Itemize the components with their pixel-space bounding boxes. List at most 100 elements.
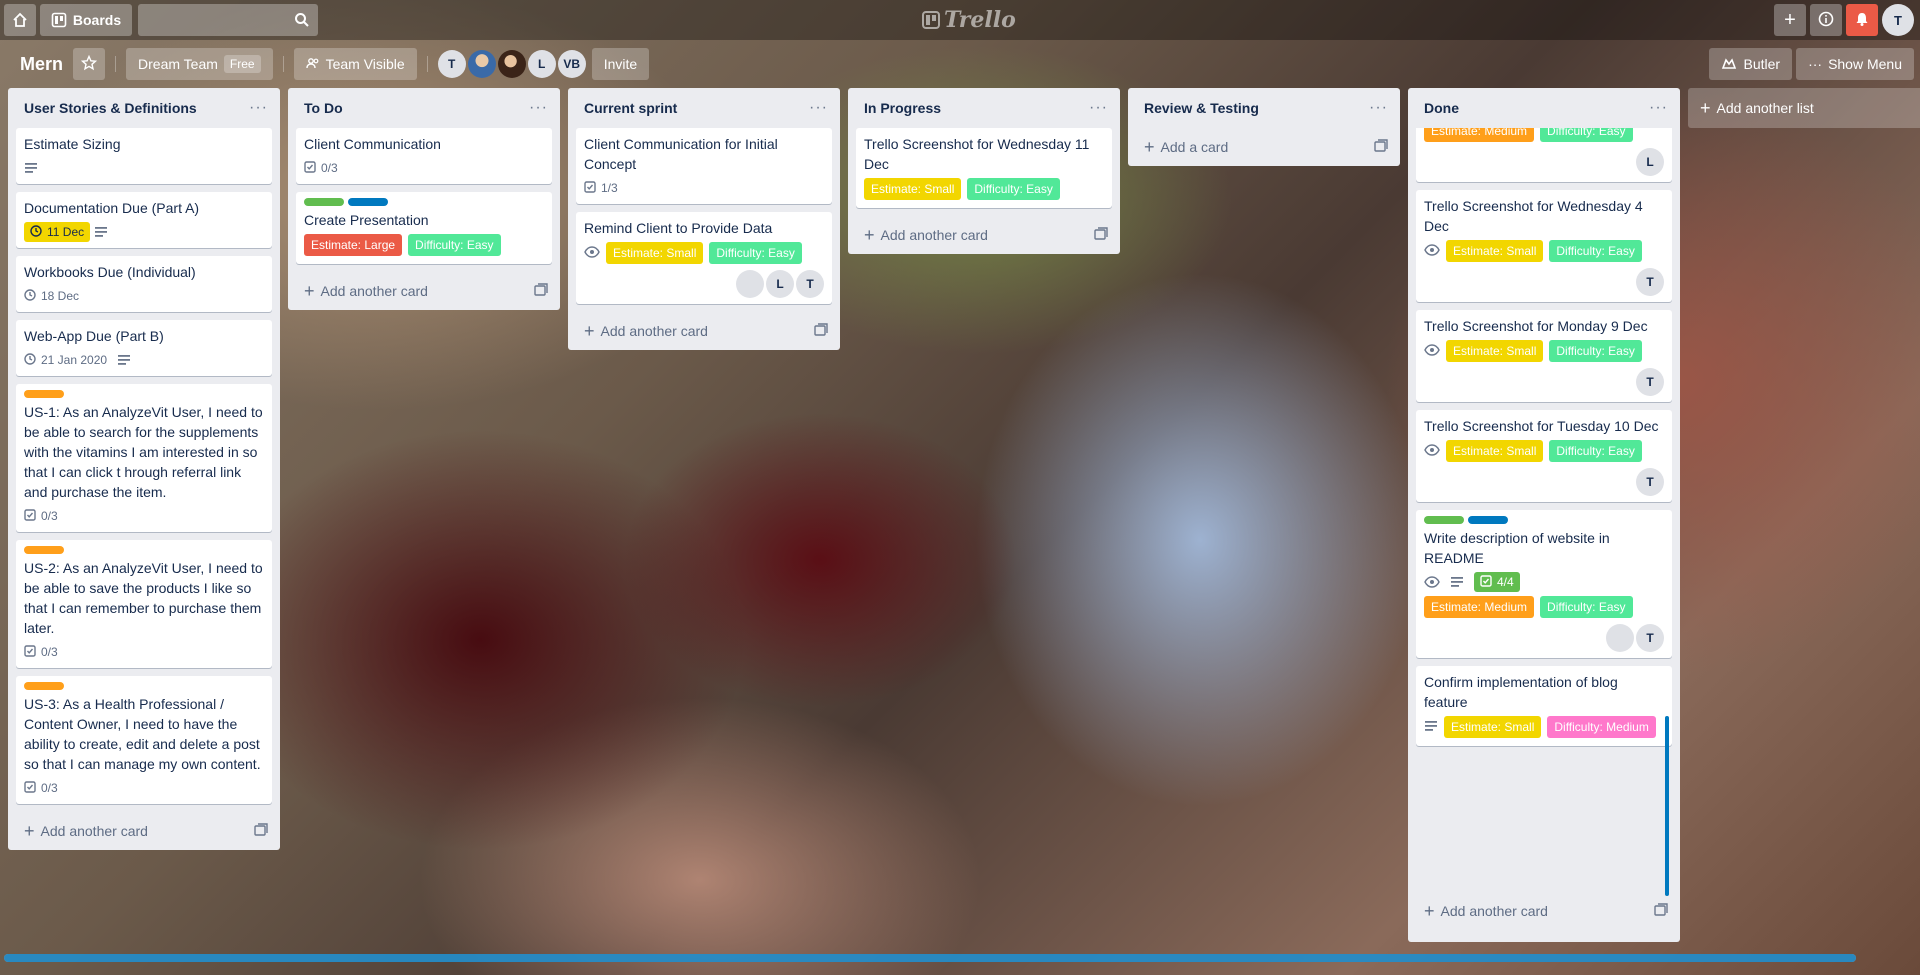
card-label-blue[interactable] xyxy=(348,198,388,206)
done-list-scrollbar[interactable] xyxy=(1665,716,1669,896)
notifications-button[interactable] xyxy=(1846,4,1878,36)
card[interactable]: US-2: As an AnalyzeVit User, I need to b… xyxy=(16,540,272,668)
difficulty-label[interactable]: Difficulty: Medium xyxy=(1547,716,1656,738)
list-menu-icon[interactable]: ··· xyxy=(1089,99,1108,117)
list-title[interactable]: Review & Testing xyxy=(1144,100,1259,116)
list-title[interactable]: To Do xyxy=(304,100,343,116)
board-horizontal-scrollbar[interactable] xyxy=(4,954,1856,962)
list-menu-icon[interactable]: ··· xyxy=(1649,99,1668,117)
card[interactable]: Web-App Due (Part B) 21 Jan 2020 xyxy=(16,320,272,376)
visibility-button[interactable]: Team Visible xyxy=(293,48,417,80)
difficulty-label[interactable]: Difficulty: Easy xyxy=(1549,240,1642,262)
member-avatar[interactable]: L xyxy=(527,50,556,78)
difficulty-label[interactable]: Difficulty: Easy xyxy=(967,178,1060,200)
scrollbar-thumb[interactable] xyxy=(4,954,1856,962)
due-date-badge[interactable]: 11 Dec xyxy=(24,222,91,242)
card-label-green[interactable] xyxy=(304,198,344,206)
card-template-icon[interactable] xyxy=(254,822,268,840)
card-member-avatar[interactable]: T xyxy=(1636,624,1664,652)
card[interactable]: Trello Screenshot for Wednesday 4 Dec Es… xyxy=(1416,190,1672,302)
card-member-avatar[interactable]: T xyxy=(1636,468,1664,496)
list-menu-icon[interactable]: ··· xyxy=(249,99,268,117)
list-menu-icon[interactable]: ··· xyxy=(529,99,548,117)
card[interactable]: Trello Screenshot for Wednesday 11 Dec E… xyxy=(856,128,1112,208)
list-title[interactable]: Done xyxy=(1424,100,1459,116)
estimate-label[interactable]: Estimate: Small xyxy=(1444,716,1542,738)
add-card-button[interactable]: + Add another card xyxy=(304,281,428,302)
invite-button[interactable]: Invite xyxy=(591,48,650,80)
home-button[interactable] xyxy=(4,4,36,36)
card[interactable]: US-3: As a Health Professional / Content… xyxy=(16,676,272,804)
add-list-button[interactable]: + Add another list xyxy=(1688,88,1920,128)
card-template-icon[interactable] xyxy=(1094,226,1108,244)
trello-logo[interactable]: Trello xyxy=(922,7,1016,33)
difficulty-label[interactable]: Difficulty: Easy xyxy=(1549,440,1642,462)
add-card-button[interactable]: + Add another card xyxy=(24,821,148,842)
estimate-label[interactable]: Estimate: Small xyxy=(1446,240,1544,262)
card-label-blue[interactable] xyxy=(1468,516,1508,524)
card-template-icon[interactable] xyxy=(534,282,548,300)
card[interactable]: Write description of website in README 4… xyxy=(1416,510,1672,658)
estimate-label[interactable]: Estimate: Small xyxy=(1446,440,1544,462)
card-label-orange[interactable] xyxy=(24,546,64,554)
card-member-avatar[interactable]: L xyxy=(1636,148,1664,176)
info-button[interactable] xyxy=(1810,4,1842,36)
card-label-orange[interactable] xyxy=(24,390,64,398)
card[interactable]: Estimate: Medium Difficulty: Easy L xyxy=(1416,128,1672,182)
card-label-orange[interactable] xyxy=(24,682,64,690)
member-avatar[interactable]: T xyxy=(437,50,466,78)
create-button[interactable]: + xyxy=(1774,4,1806,36)
add-card-button[interactable]: + Add another card xyxy=(584,321,708,342)
list-title[interactable]: User Stories & Definitions xyxy=(24,100,197,116)
card[interactable]: Trello Screenshot for Monday 9 Dec Estim… xyxy=(1416,310,1672,402)
board-title[interactable]: Mern xyxy=(10,54,73,75)
difficulty-label[interactable]: Difficulty: Easy xyxy=(1540,596,1633,618)
estimate-label[interactable]: Estimate: Small xyxy=(606,242,704,264)
member-avatar[interactable]: VB xyxy=(557,50,586,78)
estimate-label[interactable]: Estimate: Small xyxy=(864,178,962,200)
star-board-button[interactable] xyxy=(73,48,106,80)
difficulty-label[interactable]: Difficulty: Easy xyxy=(1549,340,1642,362)
boards-button[interactable]: Boards xyxy=(40,4,132,36)
card[interactable]: Documentation Due (Part A) 11 Dec xyxy=(16,192,272,248)
estimate-label[interactable]: Estimate: Large xyxy=(304,234,403,256)
member-photo-avatar[interactable] xyxy=(497,50,526,78)
card[interactable]: Remind Client to Provide Data Estimate: … xyxy=(576,212,832,304)
card-template-icon[interactable] xyxy=(1374,138,1388,156)
card-label-green[interactable] xyxy=(1424,516,1464,524)
card[interactable]: US-1: As an AnalyzeVit User, I need to b… xyxy=(16,384,272,532)
list-title[interactable]: Current sprint xyxy=(584,100,677,116)
show-menu-button[interactable]: ··· Show Menu xyxy=(1796,48,1914,80)
list-title[interactable]: In Progress xyxy=(864,100,941,116)
card-template-icon[interactable] xyxy=(814,322,828,340)
estimate-label[interactable]: Estimate: Medium xyxy=(1424,128,1535,142)
user-avatar[interactable]: T xyxy=(1882,4,1914,36)
butler-button[interactable]: Butler xyxy=(1709,48,1793,80)
card[interactable]: Trello Screenshot for Tuesday 10 Dec Est… xyxy=(1416,410,1672,502)
card-member-photo-avatar[interactable] xyxy=(736,270,764,298)
list-cards-scroll-area[interactable]: Estimate: Medium Difficulty: Easy L Trel… xyxy=(1408,128,1680,892)
search-input[interactable] xyxy=(138,4,318,36)
card-member-photo-avatar[interactable] xyxy=(1606,624,1634,652)
list-menu-icon[interactable]: ··· xyxy=(809,99,828,117)
card[interactable]: Workbooks Due (Individual) 18 Dec xyxy=(16,256,272,312)
difficulty-label[interactable]: Difficulty: Easy xyxy=(709,242,802,264)
member-photo-avatar[interactable] xyxy=(467,50,496,78)
card-member-avatar[interactable]: T xyxy=(796,270,824,298)
card[interactable]: Confirm implementation of blog feature E… xyxy=(1416,666,1672,746)
estimate-label[interactable]: Estimate: Medium xyxy=(1424,596,1535,618)
card-member-avatar[interactable]: L xyxy=(766,270,794,298)
difficulty-label[interactable]: Difficulty: Easy xyxy=(408,234,501,256)
difficulty-label[interactable]: Difficulty: Easy xyxy=(1540,128,1633,142)
card-member-avatar[interactable]: T xyxy=(1636,368,1664,396)
card-template-icon[interactable] xyxy=(1654,902,1668,920)
card[interactable]: Client Communication 0/3 xyxy=(296,128,552,184)
list-menu-icon[interactable]: ··· xyxy=(1369,99,1388,117)
card[interactable]: Estimate Sizing xyxy=(16,128,272,184)
add-card-button[interactable]: + Add a card xyxy=(1144,137,1228,158)
card[interactable]: Client Communication for Initial Concept… xyxy=(576,128,832,204)
add-card-button[interactable]: + Add another card xyxy=(864,225,988,246)
card[interactable]: Create Presentation Estimate: Large Diff… xyxy=(296,192,552,264)
estimate-label[interactable]: Estimate: Small xyxy=(1446,340,1544,362)
card-member-avatar[interactable]: T xyxy=(1636,268,1664,296)
